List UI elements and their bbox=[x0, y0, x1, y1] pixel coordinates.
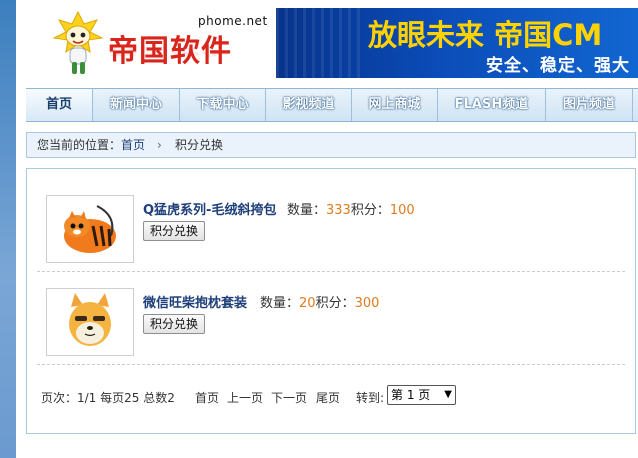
ad-banner[interactable]: 放眼未来 帝国CM 安全、稳定、强大 bbox=[276, 8, 638, 78]
points-label: 积分： bbox=[315, 296, 355, 311]
nav-item-label: 首页 bbox=[45, 97, 72, 112]
exchange-button[interactable]: 积分兑换 bbox=[143, 221, 206, 241]
pager-info: 页次：1/1 每页25 总数2 bbox=[41, 391, 175, 405]
logo-reflection: 帝国软件 bbox=[108, 44, 232, 58]
site-logo[interactable]: phome.net 帝国软件 帝国软件 bbox=[42, 6, 272, 80]
item-name-link[interactable]: 微信旺柴抱枕套装 bbox=[143, 292, 247, 311]
points-value: 300 bbox=[354, 296, 380, 311]
item-thumbnail[interactable] bbox=[46, 288, 134, 356]
pager-next-link[interactable]: 下一页 bbox=[271, 389, 307, 406]
breadcrumb-current: 积分兑换 bbox=[175, 138, 224, 152]
item-divider bbox=[37, 271, 625, 272]
nav-item-shop[interactable]: 网上商城 bbox=[352, 89, 438, 121]
points-label: 积分： bbox=[350, 203, 390, 218]
exchange-button[interactable]: 积分兑换 bbox=[143, 314, 206, 334]
pager-goto-label: 转到: bbox=[356, 391, 385, 405]
nav-item-home[interactable]: 首页 bbox=[26, 89, 93, 121]
nav-item-flash[interactable]: FLASH频道 bbox=[438, 89, 546, 121]
page-select[interactable]: 第 1 页 ▼ bbox=[387, 385, 456, 405]
nav-item-label: 新闻中心 bbox=[109, 97, 162, 112]
qty-label: 数量： bbox=[287, 203, 327, 218]
tiger-plush-bag-icon bbox=[64, 205, 116, 253]
item-name-link[interactable]: Q猛虎系列-毛绒斜挎包 bbox=[143, 199, 276, 218]
breadcrumb: 您当前的位置： 首页 › 积分兑换 bbox=[26, 132, 636, 158]
nav-item-news[interactable]: 新闻中心 bbox=[93, 89, 180, 121]
pager-prev-link[interactable]: 上一页 bbox=[227, 389, 263, 406]
banner-decoration bbox=[276, 8, 366, 78]
breadcrumb-prefix: 您当前的位置： bbox=[37, 138, 122, 152]
qty-value: 333 bbox=[326, 203, 351, 218]
nav-item-label: 影视频道 bbox=[282, 97, 335, 112]
item-divider bbox=[37, 364, 625, 365]
nav-item-label: 图片频道 bbox=[562, 97, 615, 112]
nav-item-photos[interactable]: 图片频道 bbox=[546, 89, 633, 121]
qty-label: 数量： bbox=[260, 296, 300, 311]
site-header: phome.net 帝国软件 帝国软件 放眼未来 帝国CM 安全、稳定、强大 bbox=[16, 0, 638, 86]
item-meta: 数量：20积分：300 bbox=[260, 292, 379, 311]
item-meta: 数量：333积分：100 bbox=[287, 199, 415, 218]
page-select-value: 第 1 页 bbox=[391, 388, 431, 402]
qty-value: 20 bbox=[299, 296, 316, 311]
mascot-icon bbox=[52, 10, 104, 74]
points-value: 100 bbox=[389, 203, 415, 218]
shiba-dog-pillow-icon bbox=[69, 293, 111, 346]
page: phome.net 帝国软件 帝国软件 放眼未来 帝国CM 安全、稳定、强大 首… bbox=[16, 0, 638, 458]
banner-title: 放眼未来 帝国CM bbox=[368, 18, 603, 52]
breadcrumb-home-link[interactable]: 首页 bbox=[121, 138, 145, 152]
main-nav: 首页 新闻中心 下载中心 影视频道 网上商城 FLASH频道 图片频道 bbox=[26, 88, 638, 122]
nav-item-download[interactable]: 下载中心 bbox=[180, 89, 266, 121]
nav-item-label: 网上商城 bbox=[368, 97, 421, 112]
exchange-list-panel: Q猛虎系列-毛绒斜挎包 数量：333积分：100 积分兑换 微信旺柴抱枕套装 数… bbox=[26, 168, 636, 434]
nav-item-video[interactable]: 影视频道 bbox=[266, 89, 352, 121]
nav-item-label: FLASH频道 bbox=[454, 97, 529, 112]
item-thumbnail[interactable] bbox=[46, 195, 134, 263]
pager-last-link[interactable]: 尾页 bbox=[316, 389, 340, 406]
pager-first-link[interactable]: 首页 bbox=[195, 389, 219, 406]
banner-subtitle: 安全、稳定、强大 bbox=[486, 56, 630, 76]
nav-item-label: 下载中心 bbox=[196, 97, 249, 112]
breadcrumb-separator: › bbox=[157, 138, 162, 152]
left-edge-strip bbox=[0, 0, 16, 458]
chevron-down-icon: ▼ bbox=[444, 389, 452, 400]
